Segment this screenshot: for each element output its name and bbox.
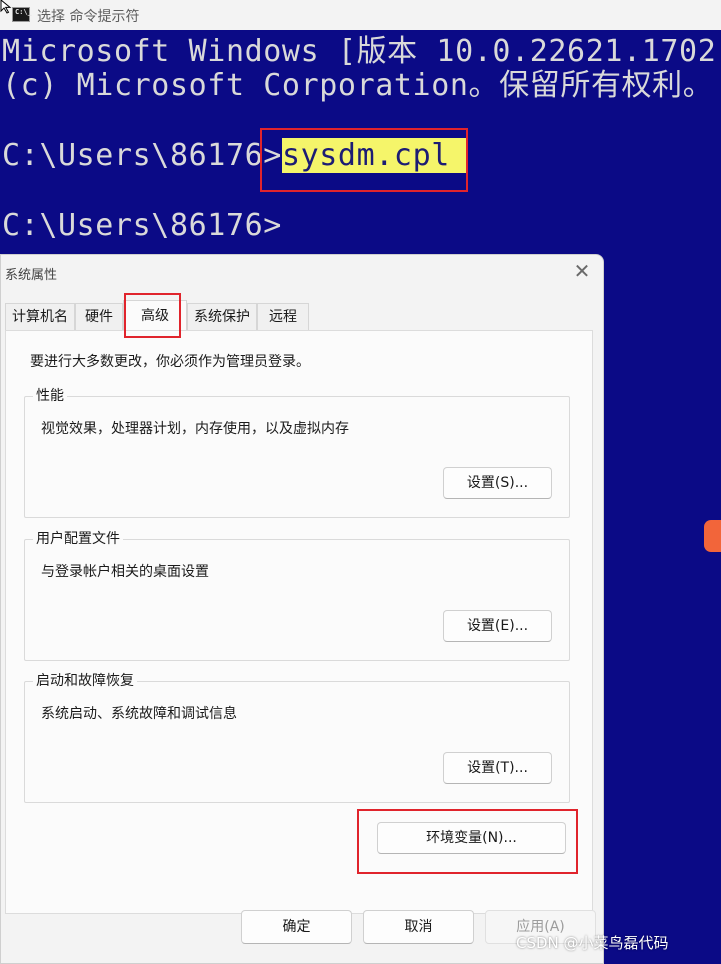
tab-computer-name[interactable]: 计算机名 (5, 303, 75, 330)
highlight-command-box (260, 128, 468, 192)
tab-remote[interactable]: 远程 (257, 303, 309, 330)
performance-label: 性能 (33, 388, 67, 404)
dialog-title: 系统属性 (5, 268, 58, 283)
user-profiles-description: 与登录帐户相关的桌面设置 (41, 564, 209, 580)
command-prompt-icon: C:\_ (12, 7, 32, 22)
console-prompt: C:\Users\86176> (2, 138, 282, 173)
console-line-copyright: (c) Microsoft Corporation。保留所有权利。 (2, 68, 714, 103)
tab-hardware[interactable]: 硬件 (75, 303, 123, 330)
startup-recovery-settings-button[interactable]: 设置(T)... (443, 752, 552, 784)
close-button[interactable]: ✕ (569, 261, 595, 283)
close-icon: ✕ (573, 259, 591, 283)
performance-settings-button[interactable]: 设置(S)... (443, 467, 552, 499)
performance-description: 视觉效果，处理器计划，内存使用，以及虚拟内存 (41, 421, 349, 437)
startup-recovery-label: 启动和故障恢复 (33, 673, 137, 689)
startup-recovery-group: 启动和故障恢复 系统启动、系统故障和调试信息 设置(T)... (24, 673, 570, 803)
startup-recovery-description: 系统启动、系统故障和调试信息 (41, 706, 237, 722)
user-profiles-settings-button[interactable]: 设置(E)... (443, 610, 552, 642)
ok-button[interactable]: 确定 (241, 910, 352, 944)
highlight-advanced-tab (124, 293, 181, 338)
console-titlebar: C:\_ 选择 命令提示符 (0, 0, 721, 30)
admin-notice: 要进行大多数更改，你必须作为管理员登录。 (30, 354, 310, 370)
user-profiles-group: 用户配置文件 与登录帐户相关的桌面设置 设置(E)... (24, 531, 570, 661)
cancel-button[interactable]: 取消 (363, 910, 474, 944)
console-line-prompt: C:\Users\86176> (2, 208, 282, 243)
user-profiles-label: 用户配置文件 (33, 531, 123, 547)
tab-system-protection[interactable]: 系统保护 (187, 303, 257, 330)
highlight-env-button (357, 809, 578, 874)
side-logo-icon (704, 520, 721, 552)
console-line-version: Microsoft Windows [版本 10.0.22621.1702] (2, 34, 721, 69)
performance-group: 性能 视觉效果，处理器计划，内存使用，以及虚拟内存 设置(S)... (24, 388, 570, 518)
csdn-watermark: CSDN @小菜鸟磊代码 (516, 934, 669, 952)
window-title: 选择 命令提示符 (37, 9, 140, 25)
